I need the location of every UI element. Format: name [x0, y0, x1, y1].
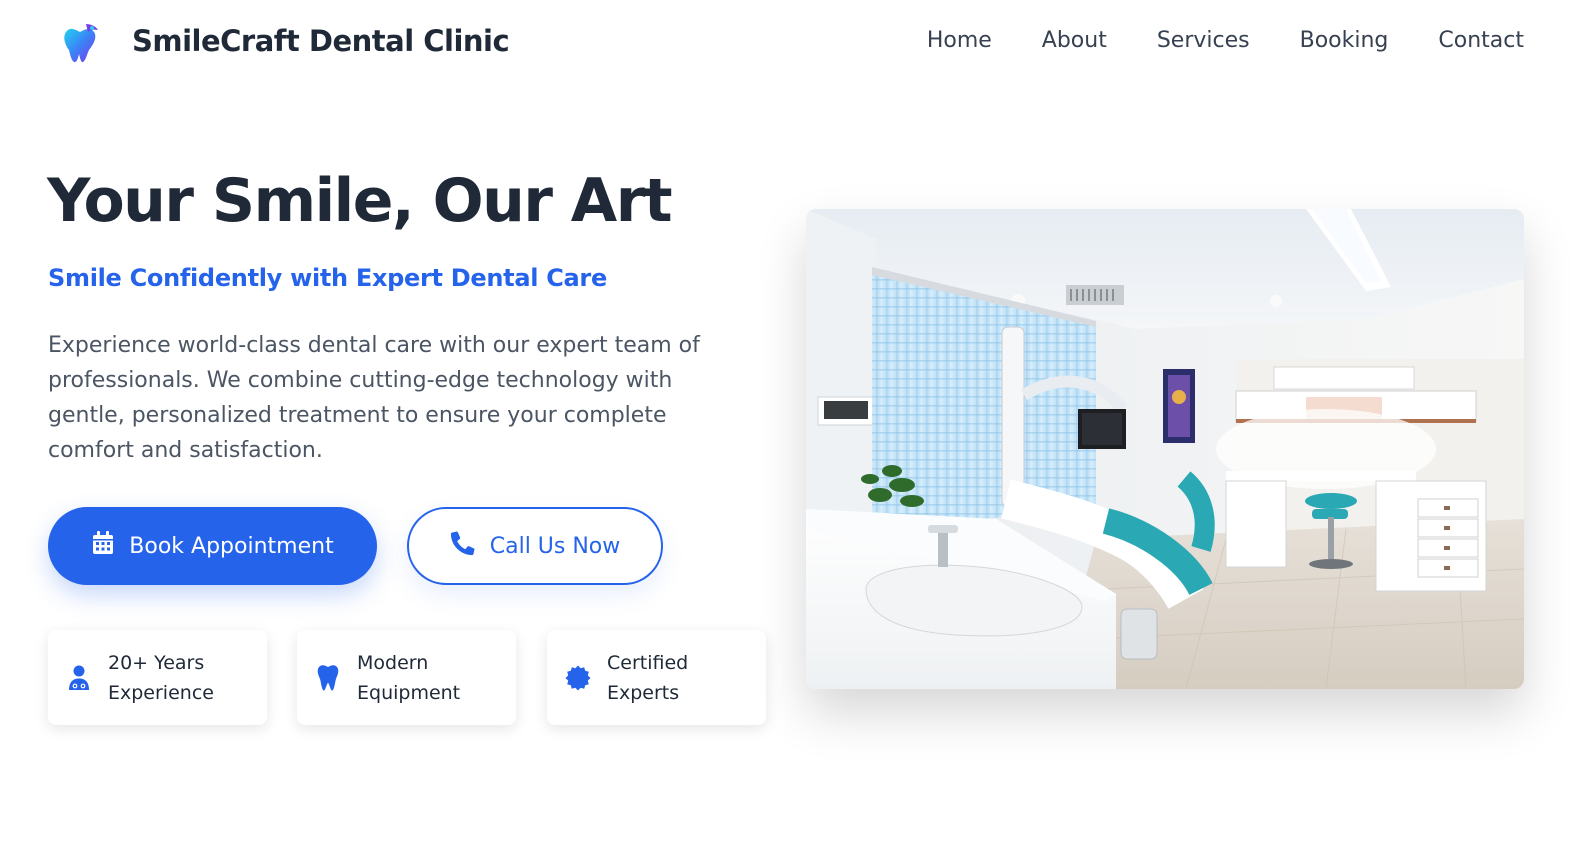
feature-card-equipment: Modern Equipment: [297, 630, 516, 725]
feature-line2: Experts: [607, 681, 680, 704]
book-appointment-label: Book Appointment: [129, 533, 334, 559]
tooth-icon: [315, 663, 341, 693]
feature-line1: 20+ Years: [108, 651, 205, 674]
nav-item-contact[interactable]: Contact: [1438, 28, 1524, 53]
tooth-logo-icon[interactable]: [56, 20, 104, 68]
feature-card-certified: Certified Experts: [547, 630, 766, 725]
main-nav: Home About Services Booking Contact: [927, 28, 1524, 53]
site-header: SmileCraft Dental Clinic Home About Serv…: [0, 0, 1572, 86]
call-us-now-label: Call Us Now: [489, 533, 621, 559]
feature-line1: Certified: [607, 651, 689, 674]
nav-item-home[interactable]: Home: [927, 28, 992, 53]
call-us-now-button[interactable]: Call Us Now: [407, 507, 663, 585]
hero-title: Your Smile, Our Art: [47, 166, 673, 236]
nav-item-about[interactable]: About: [1042, 28, 1107, 53]
hero-subtitle: Smile Confidently with Expert Dental Car…: [48, 264, 607, 292]
calendar-icon: [91, 530, 115, 562]
hero-description: Experience world-class dental care with …: [48, 333, 700, 463]
user-doctor-icon: [66, 663, 92, 693]
feature-card-experience: 20+ Years Experience: [48, 630, 267, 725]
feature-line1: Modern: [357, 651, 429, 674]
nav-item-services[interactable]: Services: [1157, 28, 1250, 53]
brand-name[interactable]: SmileCraft Dental Clinic: [132, 24, 510, 58]
dental-clinic-room-photo: [806, 209, 1524, 689]
feature-line2: Equipment: [357, 681, 461, 704]
book-appointment-button[interactable]: Book Appointment: [48, 507, 377, 585]
certificate-icon: [565, 663, 591, 693]
nav-item-booking[interactable]: Booking: [1300, 28, 1389, 53]
phone-icon: [450, 530, 476, 562]
feature-line2: Experience: [108, 681, 214, 704]
